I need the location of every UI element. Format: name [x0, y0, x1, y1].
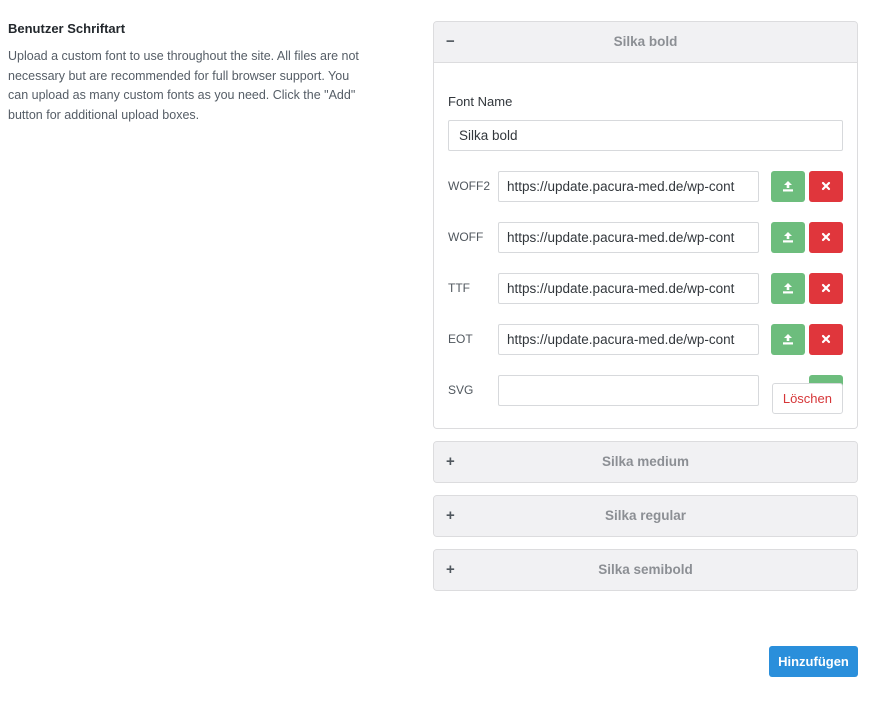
- remove-button-woff2[interactable]: [809, 171, 843, 202]
- file-row-woff: WOFF: [448, 222, 843, 253]
- font-panel-silka-semibold: + Silka semibold: [433, 549, 858, 591]
- font-name-label: Font Name: [448, 94, 513, 109]
- upload-button-ttf[interactable]: [771, 273, 805, 304]
- upload-icon: [783, 283, 793, 294]
- font-panel-silka-regular: + Silka regular: [433, 495, 858, 537]
- close-icon: [821, 181, 831, 191]
- font-panel-title: Silka semibold: [598, 562, 693, 577]
- font-section-description: Benutzer Schriftart Upload a custom font…: [8, 20, 368, 125]
- file-row-eot: EOT: [448, 324, 843, 355]
- font-list: − Silka bold Font Name WOFF2 WOFF: [433, 21, 858, 603]
- upload-button-woff[interactable]: [771, 222, 805, 253]
- file-label-svg: SVG: [448, 383, 474, 397]
- close-icon: [821, 232, 831, 242]
- file-label-woff2: WOFF2: [448, 179, 490, 193]
- remove-button-ttf[interactable]: [809, 273, 843, 304]
- upload-icon: [783, 334, 793, 345]
- upload-icon: [783, 181, 793, 192]
- file-label-eot: EOT: [448, 332, 473, 346]
- font-panel-header[interactable]: + Silka medium: [434, 442, 857, 482]
- font-panel-title: Silka regular: [604, 508, 687, 523]
- add-font-button[interactable]: Hinzufügen: [769, 646, 858, 677]
- close-icon: [821, 283, 831, 293]
- upload-button-eot[interactable]: [771, 324, 805, 355]
- font-panel-header[interactable]: + Silka semibold: [434, 550, 857, 590]
- file-label-woff: WOFF: [448, 230, 484, 244]
- close-icon: [821, 334, 831, 344]
- upload-button-woff2[interactable]: [771, 171, 805, 202]
- font-panel-title: Silka medium: [601, 454, 690, 469]
- file-row-woff2: WOFF2: [448, 171, 843, 202]
- delete-font-button[interactable]: Löschen: [771, 383, 843, 414]
- font-panel-silka-medium: + Silka medium: [433, 441, 858, 483]
- font-panel-body: Font Name WOFF2 WOFF: [434, 62, 857, 428]
- ttf-url-input[interactable]: [498, 273, 759, 304]
- upload-icon: [783, 232, 793, 243]
- eot-url-input[interactable]: [498, 324, 759, 355]
- font-panel-header[interactable]: − Silka bold: [434, 22, 857, 62]
- remove-button-woff[interactable]: [809, 222, 843, 253]
- font-panel-silka-bold: − Silka bold Font Name WOFF2 WOFF: [433, 21, 858, 429]
- woff-url-input[interactable]: [498, 222, 759, 253]
- font-panel-header[interactable]: + Silka regular: [434, 496, 857, 536]
- woff2-url-input[interactable]: [498, 171, 759, 202]
- remove-button-eot[interactable]: [809, 324, 843, 355]
- svg-url-input[interactable]: [498, 375, 759, 406]
- section-description: Upload a custom font to use throughout t…: [8, 49, 359, 122]
- section-title: Benutzer Schriftart: [8, 21, 126, 36]
- file-row-ttf: TTF: [448, 273, 843, 304]
- font-panel-title: Silka bold: [613, 34, 678, 49]
- font-name-input[interactable]: [448, 120, 843, 151]
- file-label-ttf: TTF: [448, 281, 470, 295]
